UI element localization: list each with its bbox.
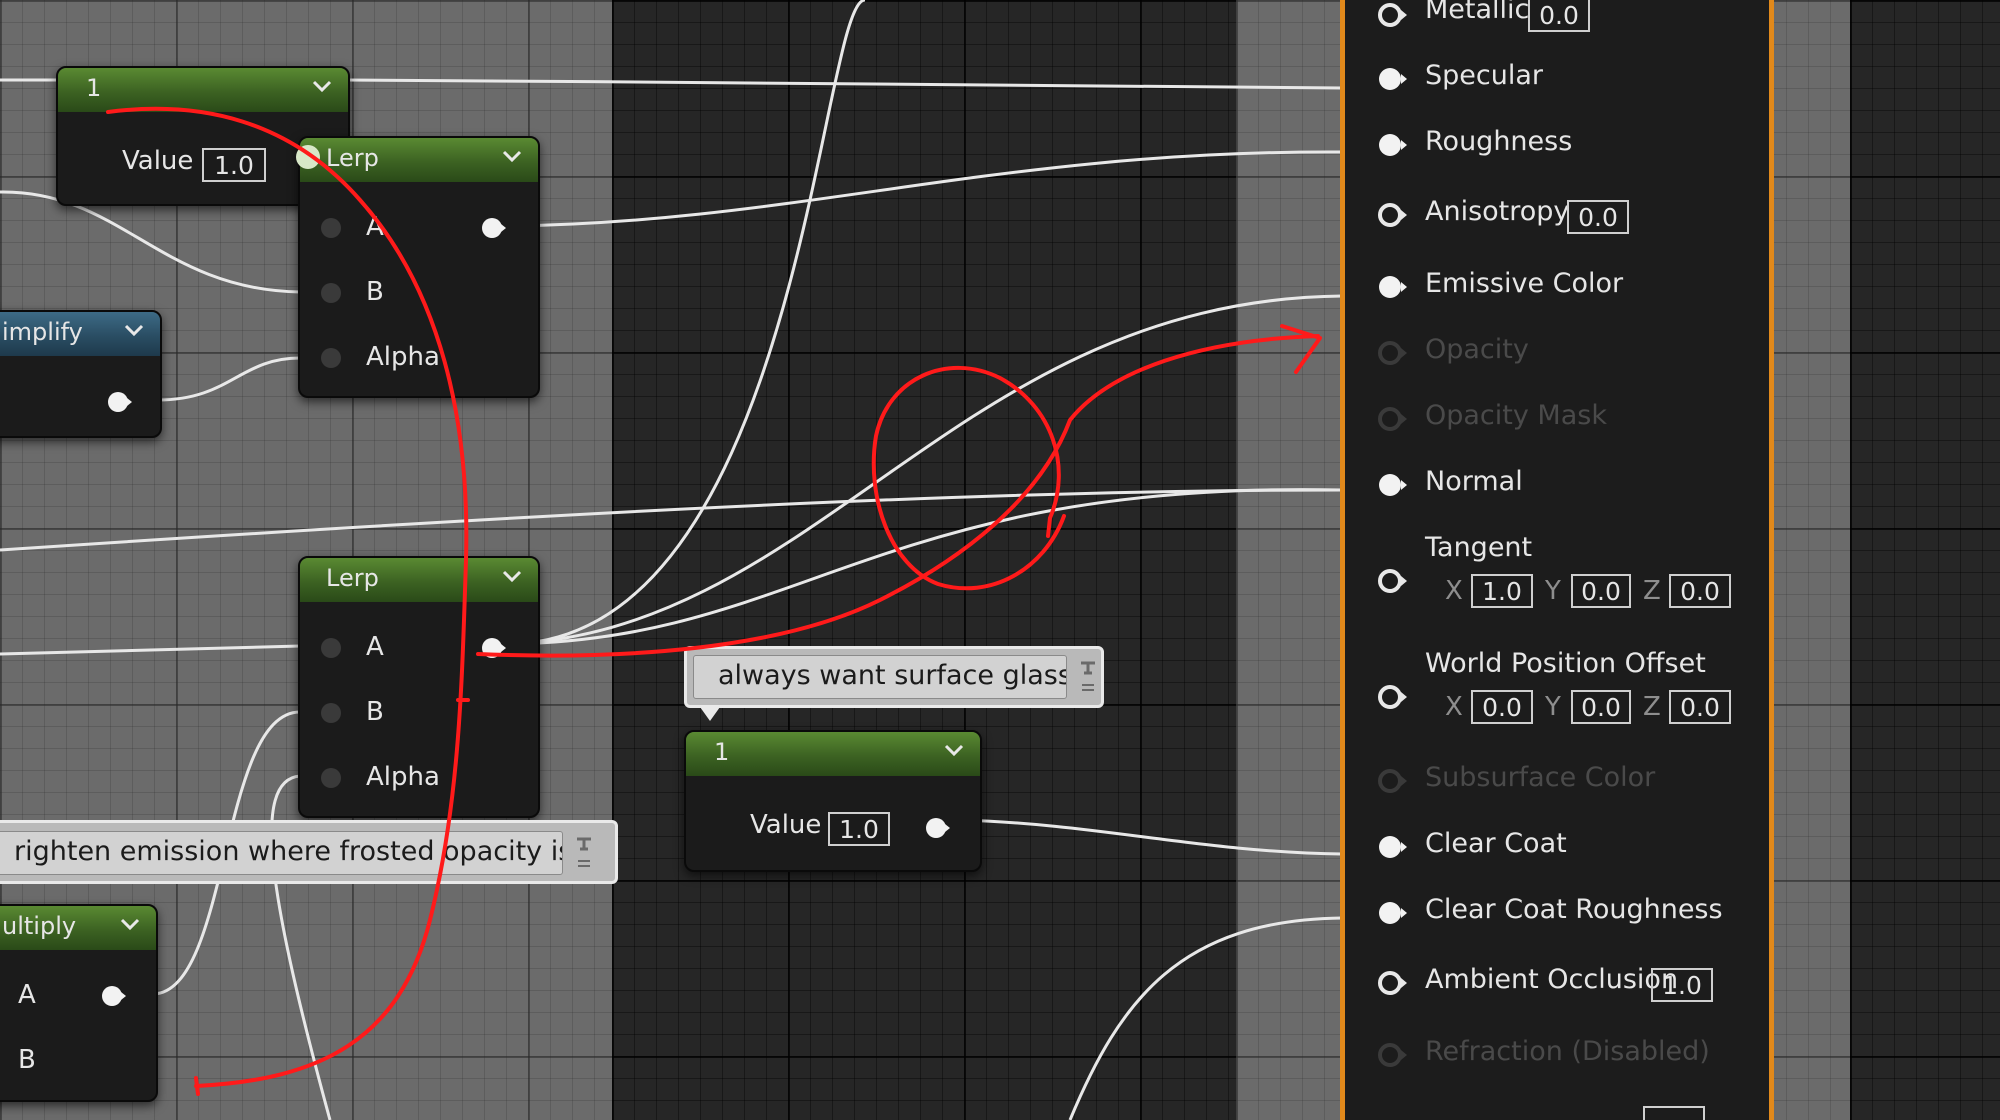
- material-graph-canvas[interactable]: 1 Value 1.0 Lerp A B Alpha implify Lerp: [0, 0, 2000, 1120]
- annotation-curve: [106, 106, 469, 1088]
- annotation-arrowhead: [1280, 324, 1322, 374]
- annotation-arrow-line: [476, 334, 1320, 658]
- red-annotation-overlay: [106, 106, 1322, 1096]
- annotation-tick: [194, 1076, 200, 1096]
